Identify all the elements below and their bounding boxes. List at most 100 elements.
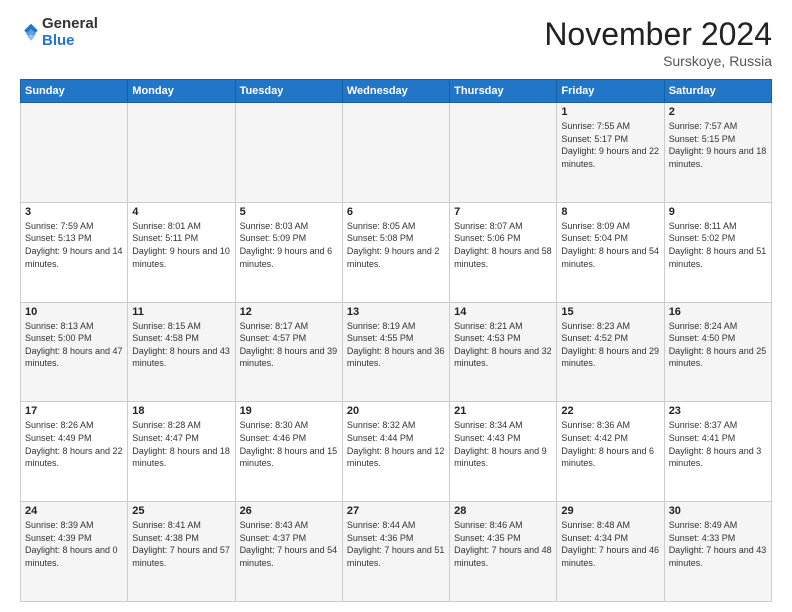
table-cell: 4 Sunrise: 8:01 AM Sunset: 5:11 PM Daylig… [128,202,235,302]
col-friday: Friday [557,80,664,103]
day-number: 6 [347,206,445,218]
day-info: Sunrise: 8:39 AM Sunset: 4:39 PM Dayligh… [25,519,123,569]
table-cell [21,103,128,203]
table-cell: 26 Sunrise: 8:43 AM Sunset: 4:37 PM Dayli… [235,502,342,602]
calendar-week-3: 10 Sunrise: 8:13 AM Sunset: 5:00 PM Dayli… [21,302,772,402]
day-info: Sunrise: 8:32 AM Sunset: 4:44 PM Dayligh… [347,419,445,469]
day-number: 18 [132,405,230,417]
table-cell: 29 Sunrise: 8:48 AM Sunset: 4:34 PM Dayli… [557,502,664,602]
table-cell [342,103,449,203]
day-info: Sunrise: 8:15 AM Sunset: 4:58 PM Dayligh… [132,320,230,370]
logo: General Blue [20,16,98,49]
day-info: Sunrise: 8:36 AM Sunset: 4:42 PM Dayligh… [561,419,659,469]
day-info: Sunrise: 8:34 AM Sunset: 4:43 PM Dayligh… [454,419,552,469]
table-cell: 1Sunrise: 7:55 AM Sunset: 5:17 PM Daylig… [557,103,664,203]
day-number: 4 [132,206,230,218]
day-info: Sunrise: 7:55 AM Sunset: 5:17 PM Dayligh… [561,120,659,170]
table-cell: 19 Sunrise: 8:30 AM Sunset: 4:46 PM Dayli… [235,402,342,502]
table-cell [128,103,235,203]
table-cell: 10 Sunrise: 8:13 AM Sunset: 5:00 PM Dayli… [21,302,128,402]
table-cell: 14 Sunrise: 8:21 AM Sunset: 4:53 PM Dayli… [450,302,557,402]
table-cell [235,103,342,203]
table-cell: 30 Sunrise: 8:49 AM Sunset: 4:33 PM Dayli… [664,502,771,602]
day-number: 10 [25,306,123,318]
day-number: 22 [561,405,659,417]
day-info: Sunrise: 8:30 AM Sunset: 4:46 PM Dayligh… [240,419,338,469]
table-cell: 7 Sunrise: 8:07 AM Sunset: 5:06 PM Daylig… [450,202,557,302]
day-info: Sunrise: 8:07 AM Sunset: 5:06 PM Dayligh… [454,220,552,270]
day-number: 16 [669,306,767,318]
day-info: Sunrise: 8:13 AM Sunset: 5:00 PM Dayligh… [25,320,123,370]
day-number: 2 [669,106,767,118]
day-number: 29 [561,505,659,517]
table-cell: 5Sunrise: 8:03 AM Sunset: 5:09 PM Daylig… [235,202,342,302]
day-info: Sunrise: 8:43 AM Sunset: 4:37 PM Dayligh… [240,519,338,569]
month-title: November 2024 [544,16,772,53]
day-number: 19 [240,405,338,417]
table-cell: 20 Sunrise: 8:32 AM Sunset: 4:44 PM Dayli… [342,402,449,502]
day-info: Sunrise: 8:49 AM Sunset: 4:33 PM Dayligh… [669,519,767,569]
calendar-week-2: 3Sunrise: 7:59 AM Sunset: 5:13 PM Daylig… [21,202,772,302]
logo-icon [22,22,40,44]
table-cell: 28 Sunrise: 8:46 AM Sunset: 4:35 PM Dayli… [450,502,557,602]
day-info: Sunrise: 8:24 AM Sunset: 4:50 PM Dayligh… [669,320,767,370]
day-info: Sunrise: 8:09 AM Sunset: 5:04 PM Dayligh… [561,220,659,270]
calendar-week-1: 1Sunrise: 7:55 AM Sunset: 5:17 PM Daylig… [21,103,772,203]
table-cell: 24 Sunrise: 8:39 AM Sunset: 4:39 PM Dayli… [21,502,128,602]
day-number: 30 [669,505,767,517]
day-info: Sunrise: 8:41 AM Sunset: 4:38 PM Dayligh… [132,519,230,569]
table-cell: 9Sunrise: 8:11 AM Sunset: 5:02 PM Daylig… [664,202,771,302]
day-info: Sunrise: 8:44 AM Sunset: 4:36 PM Dayligh… [347,519,445,569]
location: Surskoye, Russia [544,53,772,69]
day-number: 12 [240,306,338,318]
day-number: 27 [347,505,445,517]
header: General Blue November 2024 Surskoye, Rus… [20,16,772,69]
day-number: 26 [240,505,338,517]
day-info: Sunrise: 8:46 AM Sunset: 4:35 PM Dayligh… [454,519,552,569]
day-info: Sunrise: 8:01 AM Sunset: 5:11 PM Dayligh… [132,220,230,270]
table-cell: 3Sunrise: 7:59 AM Sunset: 5:13 PM Daylig… [21,202,128,302]
day-number: 28 [454,505,552,517]
col-monday: Monday [128,80,235,103]
day-number: 23 [669,405,767,417]
day-info: Sunrise: 7:59 AM Sunset: 5:13 PM Dayligh… [25,220,123,270]
table-cell: 25 Sunrise: 8:41 AM Sunset: 4:38 PM Dayli… [128,502,235,602]
day-number: 21 [454,405,552,417]
logo-blue-text: Blue [42,33,98,50]
day-number: 17 [25,405,123,417]
table-cell: 21 Sunrise: 8:34 AM Sunset: 4:43 PM Dayli… [450,402,557,502]
day-number: 7 [454,206,552,218]
day-info: Sunrise: 8:23 AM Sunset: 4:52 PM Dayligh… [561,320,659,370]
day-info: Sunrise: 8:28 AM Sunset: 4:47 PM Dayligh… [132,419,230,469]
day-number: 11 [132,306,230,318]
col-tuesday: Tuesday [235,80,342,103]
table-cell [450,103,557,203]
day-number: 8 [561,206,659,218]
calendar-header-row: Sunday Monday Tuesday Wednesday Thursday… [21,80,772,103]
logo-general-text: General [42,16,98,33]
table-cell: 11 Sunrise: 8:15 AM Sunset: 4:58 PM Dayli… [128,302,235,402]
table-cell: 27 Sunrise: 8:44 AM Sunset: 4:36 PM Dayli… [342,502,449,602]
day-number: 20 [347,405,445,417]
col-wednesday: Wednesday [342,80,449,103]
table-cell: 8 Sunrise: 8:09 AM Sunset: 5:04 PM Daylig… [557,202,664,302]
day-info: Sunrise: 8:21 AM Sunset: 4:53 PM Dayligh… [454,320,552,370]
page: General Blue November 2024 Surskoye, Rus… [0,0,792,612]
table-cell: 15 Sunrise: 8:23 AM Sunset: 4:52 PM Dayli… [557,302,664,402]
day-info: Sunrise: 8:37 AM Sunset: 4:41 PM Dayligh… [669,419,767,469]
day-number: 25 [132,505,230,517]
table-cell: 2Sunrise: 7:57 AM Sunset: 5:15 PM Daylig… [664,103,771,203]
day-number: 13 [347,306,445,318]
day-number: 15 [561,306,659,318]
day-number: 5 [240,206,338,218]
day-info: Sunrise: 8:19 AM Sunset: 4:55 PM Dayligh… [347,320,445,370]
day-number: 14 [454,306,552,318]
day-info: Sunrise: 8:11 AM Sunset: 5:02 PM Dayligh… [669,220,767,270]
day-info: Sunrise: 8:26 AM Sunset: 4:49 PM Dayligh… [25,419,123,469]
day-number: 24 [25,505,123,517]
day-info: Sunrise: 8:48 AM Sunset: 4:34 PM Dayligh… [561,519,659,569]
table-cell: 23 Sunrise: 8:37 AM Sunset: 4:41 PM Dayli… [664,402,771,502]
table-cell: 13 Sunrise: 8:19 AM Sunset: 4:55 PM Dayli… [342,302,449,402]
calendar-week-5: 24 Sunrise: 8:39 AM Sunset: 4:39 PM Dayli… [21,502,772,602]
table-cell: 12Sunrise: 8:17 AM Sunset: 4:57 PM Dayli… [235,302,342,402]
